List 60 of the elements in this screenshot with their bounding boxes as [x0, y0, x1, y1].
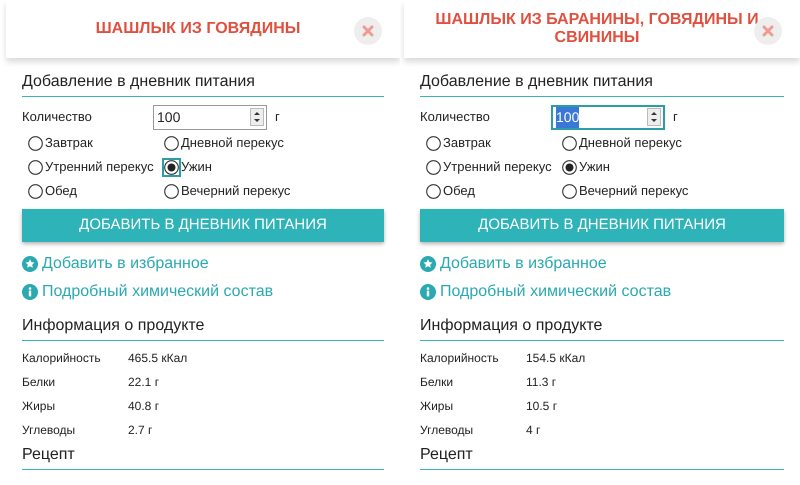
radio-label[interactable]: Завтрак — [45, 133, 93, 153]
radio-label[interactable]: Вечерний перекус — [181, 181, 290, 201]
nutrient-name: Жиры — [420, 398, 454, 415]
spinner-icon[interactable] — [250, 108, 264, 126]
radio-button[interactable] — [164, 160, 179, 174]
section-heading: Добавление в дневник питания — [420, 70, 784, 97]
spinner-icon[interactable] — [647, 108, 661, 126]
radio-button[interactable] — [562, 184, 577, 198]
nutrient-value: 10.5 г — [526, 398, 558, 415]
section-heading: Рецепт — [420, 443, 784, 470]
radio-label[interactable]: Вечерний перекус — [579, 181, 688, 201]
radio-label[interactable]: Утренний перекус — [443, 157, 552, 177]
dialog-title: ШАШЛЫК ИЗ БАРАНИНЫ, ГОВЯДИНЫ И СВИНИНЫ — [434, 11, 760, 47]
close-icon — [362, 25, 374, 37]
nutrient-value: 22.1 г — [128, 374, 160, 391]
nutrient-name: Калорийность — [420, 350, 500, 367]
nutrient-value: 11.3 г — [526, 374, 558, 391]
radio-button[interactable] — [562, 160, 577, 174]
nutrient-name: Углеводы — [420, 422, 474, 439]
nutrient-name: Калорийность — [22, 350, 102, 367]
section-heading: Добавление в дневник питания — [22, 70, 384, 97]
section-heading: Информация о продукте — [420, 314, 784, 341]
field-label: Количество — [22, 108, 93, 126]
nutrient-value: 465.5 кКал — [128, 350, 188, 367]
nutrient-value: 154.5 кКал — [526, 350, 586, 367]
nutrient-value: 4 г — [526, 422, 542, 439]
nutrient-value: 2.7 г — [128, 422, 154, 439]
quantity-field[interactable]: 100 — [551, 104, 665, 130]
radio-button[interactable] — [426, 136, 441, 150]
nutrient-value: 40.8 г — [128, 398, 160, 415]
radio-button[interactable] — [28, 184, 43, 198]
close-icon — [762, 25, 774, 37]
radio-button[interactable] — [28, 160, 43, 174]
radio-label[interactable]: Ужин — [579, 157, 610, 177]
quantity-field[interactable]: 100 — [153, 104, 267, 130]
field-label: Количество — [420, 108, 491, 126]
radio-label[interactable]: Утренний перекус — [45, 157, 154, 177]
nutrient-name: Белки — [22, 374, 56, 391]
info-icon — [420, 284, 436, 300]
radio-label[interactable]: Завтрак — [443, 133, 491, 153]
radio-button[interactable] — [426, 160, 441, 174]
unit-label: г — [673, 108, 678, 126]
radio-label[interactable]: Обед — [45, 181, 77, 201]
section-heading: Информация о продукте — [22, 314, 384, 341]
radio-button[interactable] — [164, 184, 179, 198]
radio-button[interactable] — [426, 184, 441, 198]
nutrient-name: Углеводы — [22, 422, 76, 439]
radio-button[interactable] — [28, 136, 43, 150]
dialog-title: ШАШЛЫК ИЗ ГОВЯДИНЫ — [96, 20, 300, 38]
radio-label[interactable]: Дневной перекус — [181, 133, 284, 153]
radio-button[interactable] — [562, 136, 577, 150]
info-icon — [22, 284, 38, 300]
radio-label[interactable]: Дневной перекус — [579, 133, 682, 153]
nutrient-name: Жиры — [22, 398, 56, 415]
radio-button[interactable] — [164, 136, 179, 150]
nutrient-name: Белки — [420, 374, 454, 391]
radio-label[interactable]: Обед — [443, 181, 475, 201]
unit-label: г — [275, 108, 280, 126]
radio-label[interactable]: Ужин — [181, 157, 212, 177]
section-heading: Рецепт — [22, 443, 384, 470]
